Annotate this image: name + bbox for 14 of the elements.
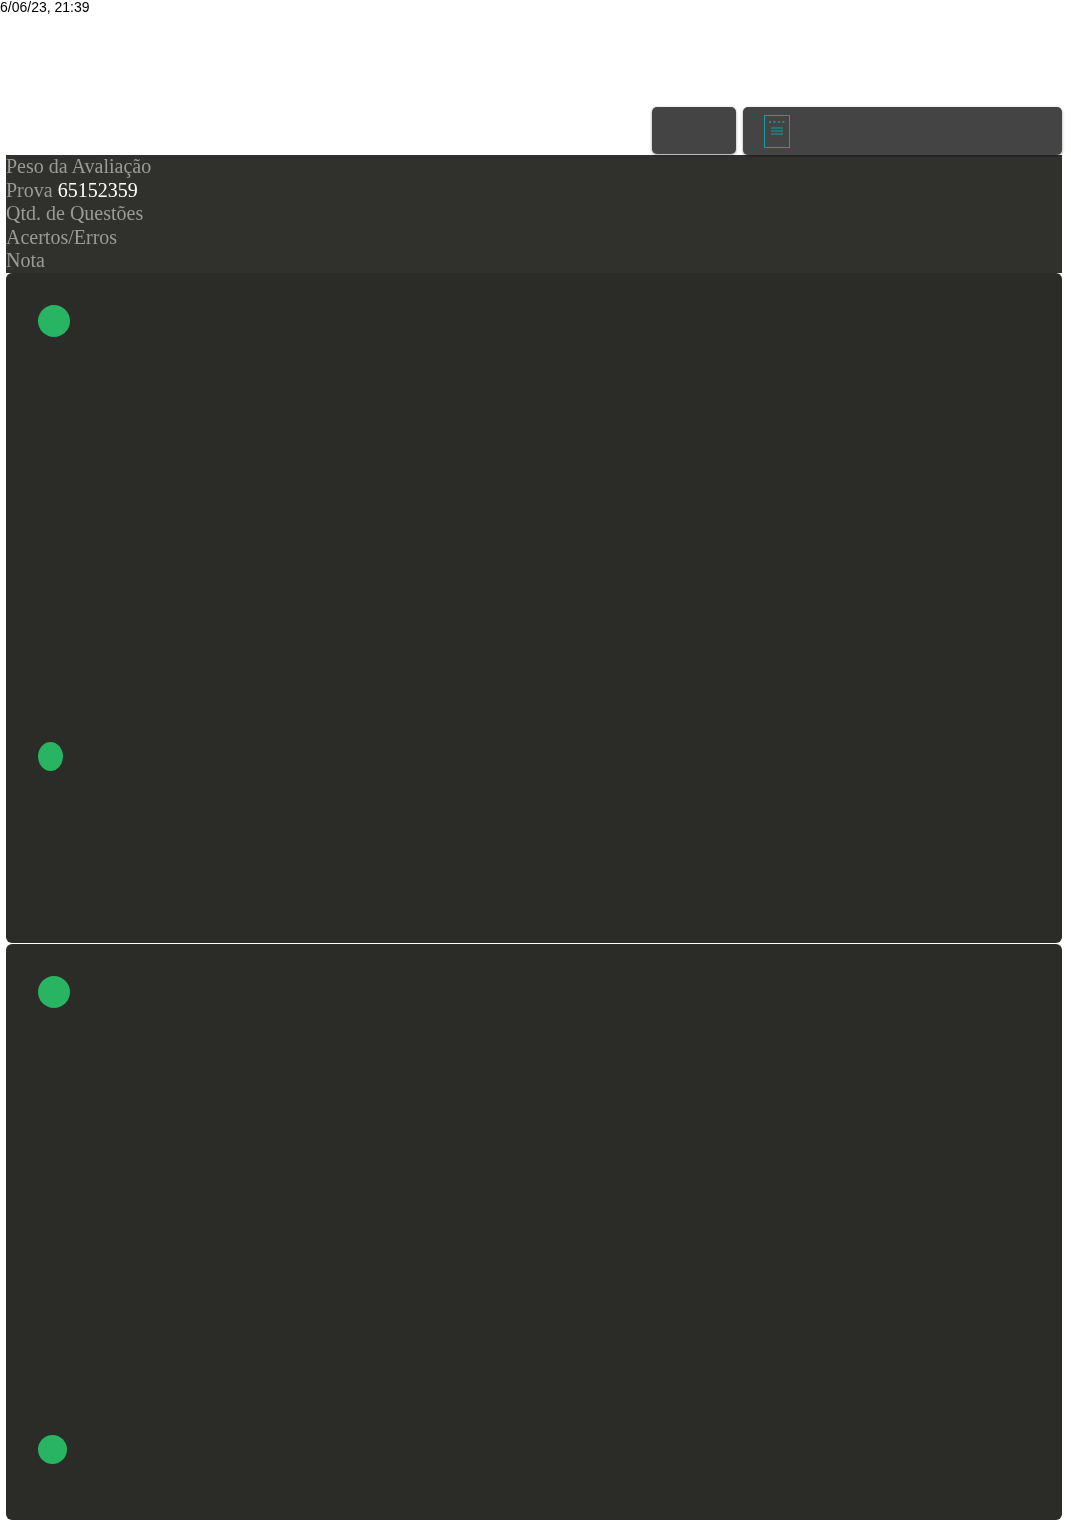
toolbar-button[interactable] [652, 107, 736, 154]
info-label: Prova [6, 178, 53, 202]
timestamp: 6/06/23, 21:39 [0, 0, 91, 15]
info-label: Qtd. de Questões [6, 202, 144, 226]
status-dot [38, 1435, 67, 1464]
document-icon [764, 114, 790, 148]
status-dot [38, 976, 70, 1008]
status-dot [38, 742, 63, 771]
status-dot [38, 305, 70, 337]
document-button[interactable] [743, 107, 1062, 155]
info-label: Peso da Avaliação [6, 155, 152, 179]
info-label: Acertos/Erros [6, 225, 118, 249]
info-value: 65152359 [57, 178, 138, 202]
info-label: Nota [6, 249, 45, 273]
